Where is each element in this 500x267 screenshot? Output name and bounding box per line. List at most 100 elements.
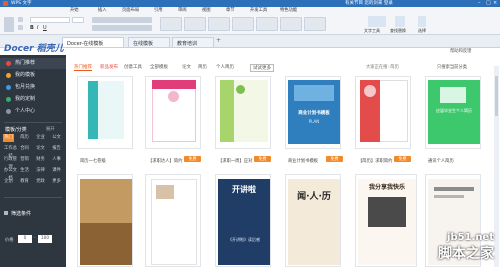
category-item[interactable]: 生活	[19, 167, 30, 175]
menu-item[interactable]: 页面布局	[122, 7, 139, 13]
menu-item[interactable]: 特色功能	[280, 7, 297, 13]
font-name-select[interactable]	[30, 17, 70, 23]
titlebar-right-text[interactable]: 有关节目 您的剑来 登录	[345, 0, 393, 6]
template-caption[interactable]: 【求职一周】应对	[218, 158, 252, 164]
category-item[interactable]: 合同	[19, 145, 30, 153]
category-item[interactable]: 企划	[3, 178, 14, 186]
scrollbar-thumb[interactable]	[495, 76, 498, 116]
menu-item[interactable]: 审阅	[178, 7, 187, 13]
template-card[interactable]: 应届毕业生个人简历	[425, 76, 481, 149]
template-card[interactable]	[145, 76, 201, 149]
category-item[interactable]: 行政管理	[3, 156, 18, 170]
divider	[4, 122, 62, 123]
style-preset[interactable]	[304, 17, 326, 31]
sidebar-item-profile[interactable]: 个人中心	[0, 106, 66, 117]
price-to-input[interactable]: 100	[38, 235, 52, 243]
sidebar-item-hot[interactable]: 热门推荐	[0, 58, 66, 69]
sidebar-item-my-templates[interactable]: 我的模板	[0, 70, 66, 81]
category-item[interactable]: 党政	[35, 178, 46, 186]
template-caption[interactable]: 商业计划书模板	[288, 158, 318, 164]
subtab-new[interactable]: 新品发布	[100, 64, 118, 70]
category-item[interactable]: 营销	[19, 156, 30, 164]
template-caption[interactable]: 通讯个人简历	[428, 158, 454, 164]
vertical-scrollbar[interactable]	[494, 66, 499, 267]
menu-item[interactable]: 插入	[98, 7, 107, 13]
tab-label: 在线模板	[133, 41, 154, 47]
style-preset[interactable]	[184, 17, 206, 31]
menu-item[interactable]: 开发工具	[250, 7, 267, 13]
template-caption[interactable]: 【求职达人】简约	[148, 158, 182, 164]
align-tools[interactable]	[92, 25, 152, 31]
search-input[interactable]: 大家正在搜: 简历	[366, 64, 399, 70]
template-card[interactable]	[77, 174, 133, 267]
sidebar-item-monthly[interactable]: 包月兑换	[0, 82, 66, 93]
find-replace-icon[interactable]	[395, 16, 405, 27]
category-item[interactable]: 论文	[35, 145, 46, 153]
text-tools-label[interactable]: 文字工具	[364, 28, 380, 34]
expand-toggle[interactable]: 展开	[46, 126, 55, 132]
new-tab-icon[interactable]: +	[216, 37, 221, 44]
style-preset[interactable]	[256, 17, 278, 31]
select-label[interactable]: 选择	[418, 28, 426, 34]
category-item[interactable]: 企业	[35, 134, 46, 142]
subtab-personal-resume[interactable]: 个人简历	[216, 64, 234, 70]
category-item[interactable]: 人事	[51, 156, 62, 164]
close-icon[interactable]: ×	[493, 0, 497, 6]
category-item[interactable]: 财务	[35, 156, 46, 164]
text-tools-icon[interactable]	[368, 16, 386, 27]
underline-icon[interactable]: U	[43, 25, 47, 31]
tab-education[interactable]: 教育培训	[172, 37, 214, 47]
menu-item[interactable]: 引用	[154, 7, 163, 13]
subtab-all[interactable]: 全部模板	[150, 64, 168, 70]
template-card[interactable]	[145, 174, 201, 267]
paragraph-tools[interactable]	[92, 17, 152, 23]
category-item[interactable]: 简历	[19, 134, 30, 142]
tab-online-template[interactable]: 在线模板	[128, 37, 170, 47]
template-caption[interactable]: 简历一七卷级	[80, 158, 106, 164]
subtab-more[interactable]: 试试更多	[250, 64, 274, 72]
find-replace-label[interactable]: 查找替换	[390, 28, 406, 34]
sidebar-item-custom[interactable]: 我的定制	[0, 94, 66, 105]
price-from-input[interactable]: 0	[18, 235, 32, 243]
cut-icon[interactable]	[18, 17, 23, 22]
menu-item[interactable]: 开始	[70, 7, 79, 13]
category-item[interactable]: 工作总结	[3, 145, 18, 159]
style-preset[interactable]	[232, 17, 254, 31]
subtab-hot[interactable]: 热门推荐	[74, 64, 92, 71]
category-item[interactable]: 课件	[51, 167, 62, 175]
template-card[interactable]: 闻·人·历	[285, 174, 341, 267]
template-card[interactable]	[355, 76, 411, 149]
template-card[interactable]: 商业计划书模板 PLAN	[285, 76, 341, 149]
category-item[interactable]: 法律	[35, 167, 46, 175]
template-caption[interactable]: 【简历】求职简约	[358, 158, 392, 164]
template-card[interactable]: 开讲啦 《开讲啦》读后感	[215, 174, 271, 267]
italic-icon[interactable]: I	[37, 25, 38, 31]
select-icon[interactable]	[418, 16, 426, 27]
help-feedback-link[interactable]: 帮助和反馈	[450, 48, 471, 54]
template-card[interactable]	[77, 76, 133, 149]
price-label: 价格	[5, 238, 14, 243]
category-item[interactable]: 报告	[51, 145, 62, 153]
maximize-icon[interactable]: □	[486, 0, 491, 6]
category-item[interactable]: 更多	[51, 178, 62, 186]
style-preset[interactable]	[280, 17, 302, 31]
style-preset[interactable]	[208, 17, 230, 31]
category-item[interactable]: 办公文档	[3, 167, 18, 181]
minimize-icon[interactable]: –	[478, 0, 481, 6]
menu-item[interactable]: 视图	[202, 7, 211, 13]
search-scope-checkbox[interactable]: 只搜索当前分类	[437, 64, 467, 70]
subtab-resume[interactable]: 简历	[198, 64, 207, 70]
subtab-creative[interactable]: 创意工具	[124, 64, 142, 70]
category-item[interactable]: 公文	[51, 134, 62, 142]
category-item[interactable]: 热门	[3, 134, 14, 142]
style-preset[interactable]	[160, 17, 182, 31]
font-size-select[interactable]	[72, 17, 84, 23]
bold-icon[interactable]: B	[30, 25, 34, 31]
menu-item[interactable]: 章节	[226, 7, 235, 13]
template-card[interactable]: 我分享我快乐	[355, 174, 417, 267]
template-card[interactable]	[215, 76, 271, 149]
category-item[interactable]: 教育	[19, 178, 30, 186]
copy-icon[interactable]	[18, 25, 23, 30]
subtab-paper[interactable]: 论文	[182, 64, 191, 70]
paste-icon[interactable]	[4, 17, 14, 32]
